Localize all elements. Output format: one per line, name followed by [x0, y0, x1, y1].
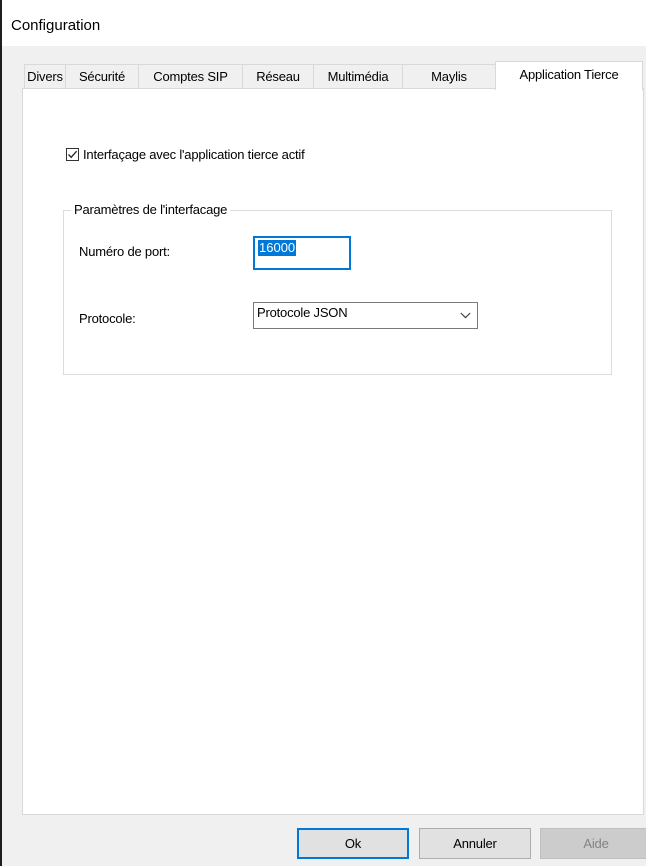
protocol-label: Protocole:	[79, 311, 136, 326]
ok-button[interactable]: Ok	[297, 828, 409, 859]
port-label: Numéro de port:	[79, 244, 170, 259]
tab-reseau[interactable]: Réseau	[242, 64, 314, 89]
check-icon	[68, 150, 78, 158]
tab-comptes-sip[interactable]: Comptes SIP	[138, 64, 243, 89]
tab-strip: Divers Sécurité Comptes SIP Réseau Multi…	[24, 61, 646, 90]
tab-multimedia[interactable]: Multimédia	[313, 64, 403, 89]
interface-settings-group: Paramètres de l'interfacage	[63, 202, 612, 375]
enable-interface-checkbox-row[interactable]: Interfaçage avec l'application tierce ac…	[66, 145, 305, 163]
enable-interface-checkbox[interactable]	[66, 147, 79, 161]
window-title: Configuration	[11, 17, 101, 34]
enable-interface-label: Interfaçage avec l'application tierce ac…	[83, 146, 305, 162]
tab-divers[interactable]: Divers	[24, 64, 66, 89]
group-legend: Paramètres de l'interfacage	[71, 202, 231, 217]
tab-panel-application-tierce: Interfaçage avec l'application tierce ac…	[22, 88, 644, 815]
chevron-down-icon	[460, 312, 471, 319]
configuration-dialog: Configuration Divers Sécurité Comptes SI…	[0, 0, 646, 866]
tab-maylis[interactable]: Maylis	[402, 64, 496, 89]
protocol-value: Protocole JSON	[257, 305, 348, 320]
cancel-button[interactable]: Annuler	[419, 828, 531, 859]
tab-securite[interactable]: Sécurité	[65, 64, 139, 89]
protocol-select[interactable]: Protocole JSON	[253, 302, 478, 329]
window-edge	[0, 0, 2, 866]
port-value: 16000	[258, 240, 297, 256]
title-bar[interactable]: Configuration	[2, 0, 646, 46]
port-input[interactable]: 16000	[253, 236, 351, 270]
tab-application-tierce[interactable]: Application Tierce	[495, 61, 643, 90]
help-button[interactable]: Aide	[540, 828, 646, 859]
